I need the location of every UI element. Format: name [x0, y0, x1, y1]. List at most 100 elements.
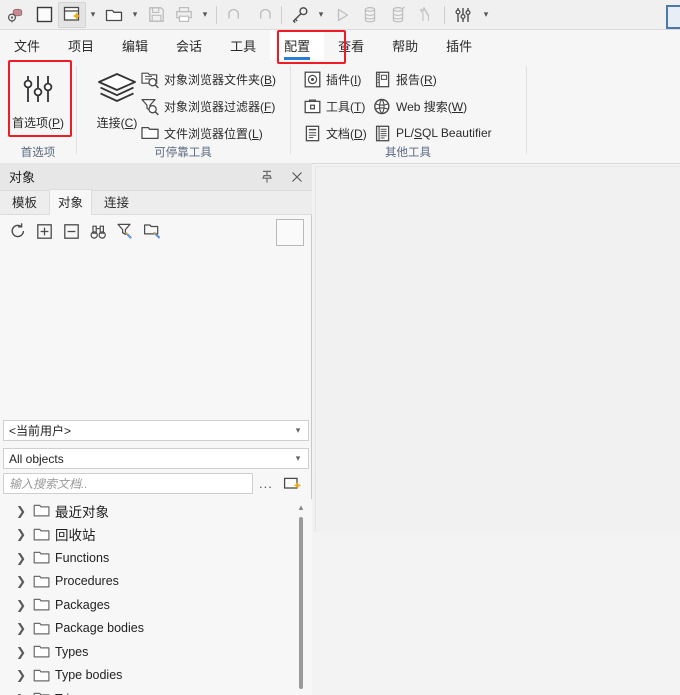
- user-select[interactable]: <当前用户> ▾: [3, 420, 309, 441]
- new-window-icon[interactable]: [30, 2, 58, 28]
- tree-item-label: Type bodies: [55, 668, 123, 683]
- print-icon: [170, 2, 198, 28]
- chevron-down-icon[interactable]: ▾: [288, 425, 308, 436]
- reports-button[interactable]: 报告(R): [371, 67, 437, 91]
- tree-item-label: 回收站: [55, 528, 96, 544]
- folder-config-icon[interactable]: [139, 218, 166, 244]
- object-browser-folders-button[interactable]: 对象浏览器文件夹(B): [139, 67, 276, 91]
- main-workspace[interactable]: [313, 163, 680, 532]
- documents-button[interactable]: 文档(D): [301, 121, 367, 145]
- application-window: ▾ ▾ ▾ ▾ ▾ 文件 项目 编辑 会话 工具 配置 查看 帮助 插件 首选项…: [0, 0, 680, 695]
- collapse-icon[interactable]: [58, 218, 85, 244]
- objects-dock-panel: 对象 模板 对象 连接 <当前用户> ▾ All objects ▾ 输入搜索文…: [0, 163, 312, 695]
- preferences-button[interactable]: 首选项(P): [3, 66, 73, 131]
- plugins-label: 插件(I): [326, 72, 362, 87]
- scroll-up-arrow-icon[interactable]: ▲: [295, 501, 307, 513]
- object-filter-select[interactable]: All objects ▾: [3, 448, 309, 469]
- chevron-right-icon[interactable]: ❯: [12, 572, 30, 590]
- key-login-icon[interactable]: [286, 2, 314, 28]
- tree-item-type-bodies[interactable]: ❯ Type bodies: [0, 664, 312, 688]
- beautifier-icon: [371, 122, 393, 144]
- tree-item-functions[interactable]: ❯ Functions: [0, 546, 312, 570]
- browser-folder-search-icon: [139, 68, 161, 90]
- undo-icon: [221, 2, 249, 28]
- tree-item-packages[interactable]: ❯ Packages: [0, 593, 312, 617]
- expand-icon[interactable]: [31, 218, 58, 244]
- new-sql-window-dropdown-caret-icon[interactable]: ▾: [86, 3, 100, 27]
- print-dropdown-caret-icon[interactable]: ▾: [198, 3, 212, 27]
- menu-tab-file[interactable]: 文件: [0, 30, 54, 60]
- execute-icon: [328, 2, 356, 28]
- chevron-right-icon[interactable]: ❯: [12, 525, 30, 543]
- menu-tab-tools-label: 工具: [230, 38, 257, 54]
- toolbar-overflow-caret-icon[interactable]: ▾: [477, 3, 495, 27]
- chevron-right-icon[interactable]: ❯: [12, 549, 30, 567]
- chevron-right-icon[interactable]: ❯: [12, 596, 30, 614]
- menu-tab-view[interactable]: 查看: [324, 30, 378, 60]
- tree-item-recycle-bin[interactable]: ❯ 回收站: [0, 523, 312, 547]
- menu-tab-edit[interactable]: 编辑: [108, 30, 162, 60]
- tree-item-package-bodies[interactable]: ❯ Package bodies: [0, 617, 312, 641]
- chevron-right-icon[interactable]: ❯: [12, 502, 30, 520]
- menu-tab-session[interactable]: 会话: [162, 30, 216, 60]
- new-window-icon[interactable]: [281, 474, 305, 494]
- tree-item-types[interactable]: ❯ Types: [0, 640, 312, 664]
- new-sql-window-icon[interactable]: [58, 1, 86, 28]
- chevron-right-icon[interactable]: ❯: [12, 619, 30, 637]
- file-browser-locations-button[interactable]: 文件浏览器位置(L): [139, 121, 263, 145]
- ribbon-tab-bar: 文件 项目 编辑 会话 工具 配置 查看 帮助 插件: [0, 30, 680, 61]
- workspace-canvas[interactable]: [315, 166, 680, 532]
- menu-tab-project[interactable]: 项目: [54, 30, 108, 60]
- tree-item-triggers[interactable]: ❯ Triggers: [0, 687, 312, 695]
- open-folder-dropdown-caret-icon[interactable]: ▾: [128, 3, 142, 27]
- dock-tab-connections[interactable]: 连接: [96, 190, 137, 214]
- object-browser-filters-button[interactable]: 对象浏览器过滤器(F): [139, 94, 275, 118]
- search-more-button[interactable]: ...: [259, 476, 273, 491]
- menu-tab-tools[interactable]: 工具: [216, 30, 270, 60]
- layers-icon: [95, 66, 139, 112]
- tools-button[interactable]: 工具(T): [301, 94, 365, 118]
- folder-icon: [30, 666, 52, 684]
- web-search-button[interactable]: Web 搜索(W): [371, 94, 467, 118]
- menu-tab-configure[interactable]: 配置: [270, 30, 325, 60]
- dock-panel-blank-button[interactable]: [276, 219, 304, 246]
- open-folder-icon[interactable]: [100, 2, 128, 28]
- ribbon-group-dockable-tools-title: 可停靠工具: [154, 147, 212, 159]
- plugins-button[interactable]: 插件(I): [301, 67, 361, 91]
- chevron-down-icon[interactable]: ▾: [288, 453, 308, 464]
- chevron-right-icon[interactable]: ❯: [12, 643, 30, 661]
- ribbon-group-preferences-title: 首选项: [20, 147, 56, 159]
- connections-button-label: 连接(C): [96, 116, 138, 130]
- filter-icon[interactable]: [112, 218, 139, 244]
- toolbar-separator-3: [444, 5, 445, 24]
- redo-icon: [249, 2, 277, 28]
- report-book-icon: [371, 68, 393, 90]
- object-browser-folders-label: 对象浏览器文件夹(B): [164, 72, 277, 87]
- toolbar-separator-2: [281, 5, 282, 24]
- tree-item-recent-objects[interactable]: ❯ 最近对象: [0, 499, 312, 523]
- menu-tab-help-label: 帮助: [392, 38, 419, 54]
- tree-item-procedures[interactable]: ❯ Procedures: [0, 570, 312, 594]
- reports-label: 报告(R): [396, 72, 437, 87]
- pin-icon[interactable]: [252, 163, 282, 190]
- menu-tab-help[interactable]: 帮助: [378, 30, 432, 60]
- search-input[interactable]: 输入搜索文档..: [3, 473, 253, 494]
- docked-window-edge-indicator: [666, 5, 680, 29]
- find-binoculars-icon[interactable]: [85, 218, 112, 244]
- recent-objects-icon[interactable]: [2, 2, 30, 28]
- chevron-right-icon[interactable]: ❯: [12, 690, 30, 695]
- search-row: 输入搜索文档.. ...: [3, 473, 309, 495]
- menu-tab-plugins[interactable]: 插件: [432, 30, 486, 60]
- scrollbar-thumb[interactable]: [299, 517, 303, 689]
- preferences-icon[interactable]: [449, 2, 477, 28]
- dock-tab-templates[interactable]: 模板: [4, 190, 45, 214]
- refresh-icon[interactable]: [4, 218, 31, 244]
- folder-icon: [139, 122, 161, 144]
- toolbox-icon: [301, 95, 323, 117]
- login-dropdown-caret-icon[interactable]: ▾: [314, 3, 328, 27]
- plsql-beautifier-button[interactable]: PL/SQL Beautifier: [371, 121, 492, 145]
- chevron-right-icon[interactable]: ❯: [12, 666, 30, 684]
- dock-tab-objects[interactable]: 对象: [49, 189, 93, 215]
- tree-vertical-scrollbar[interactable]: ▲: [295, 501, 307, 695]
- close-icon[interactable]: [282, 163, 312, 190]
